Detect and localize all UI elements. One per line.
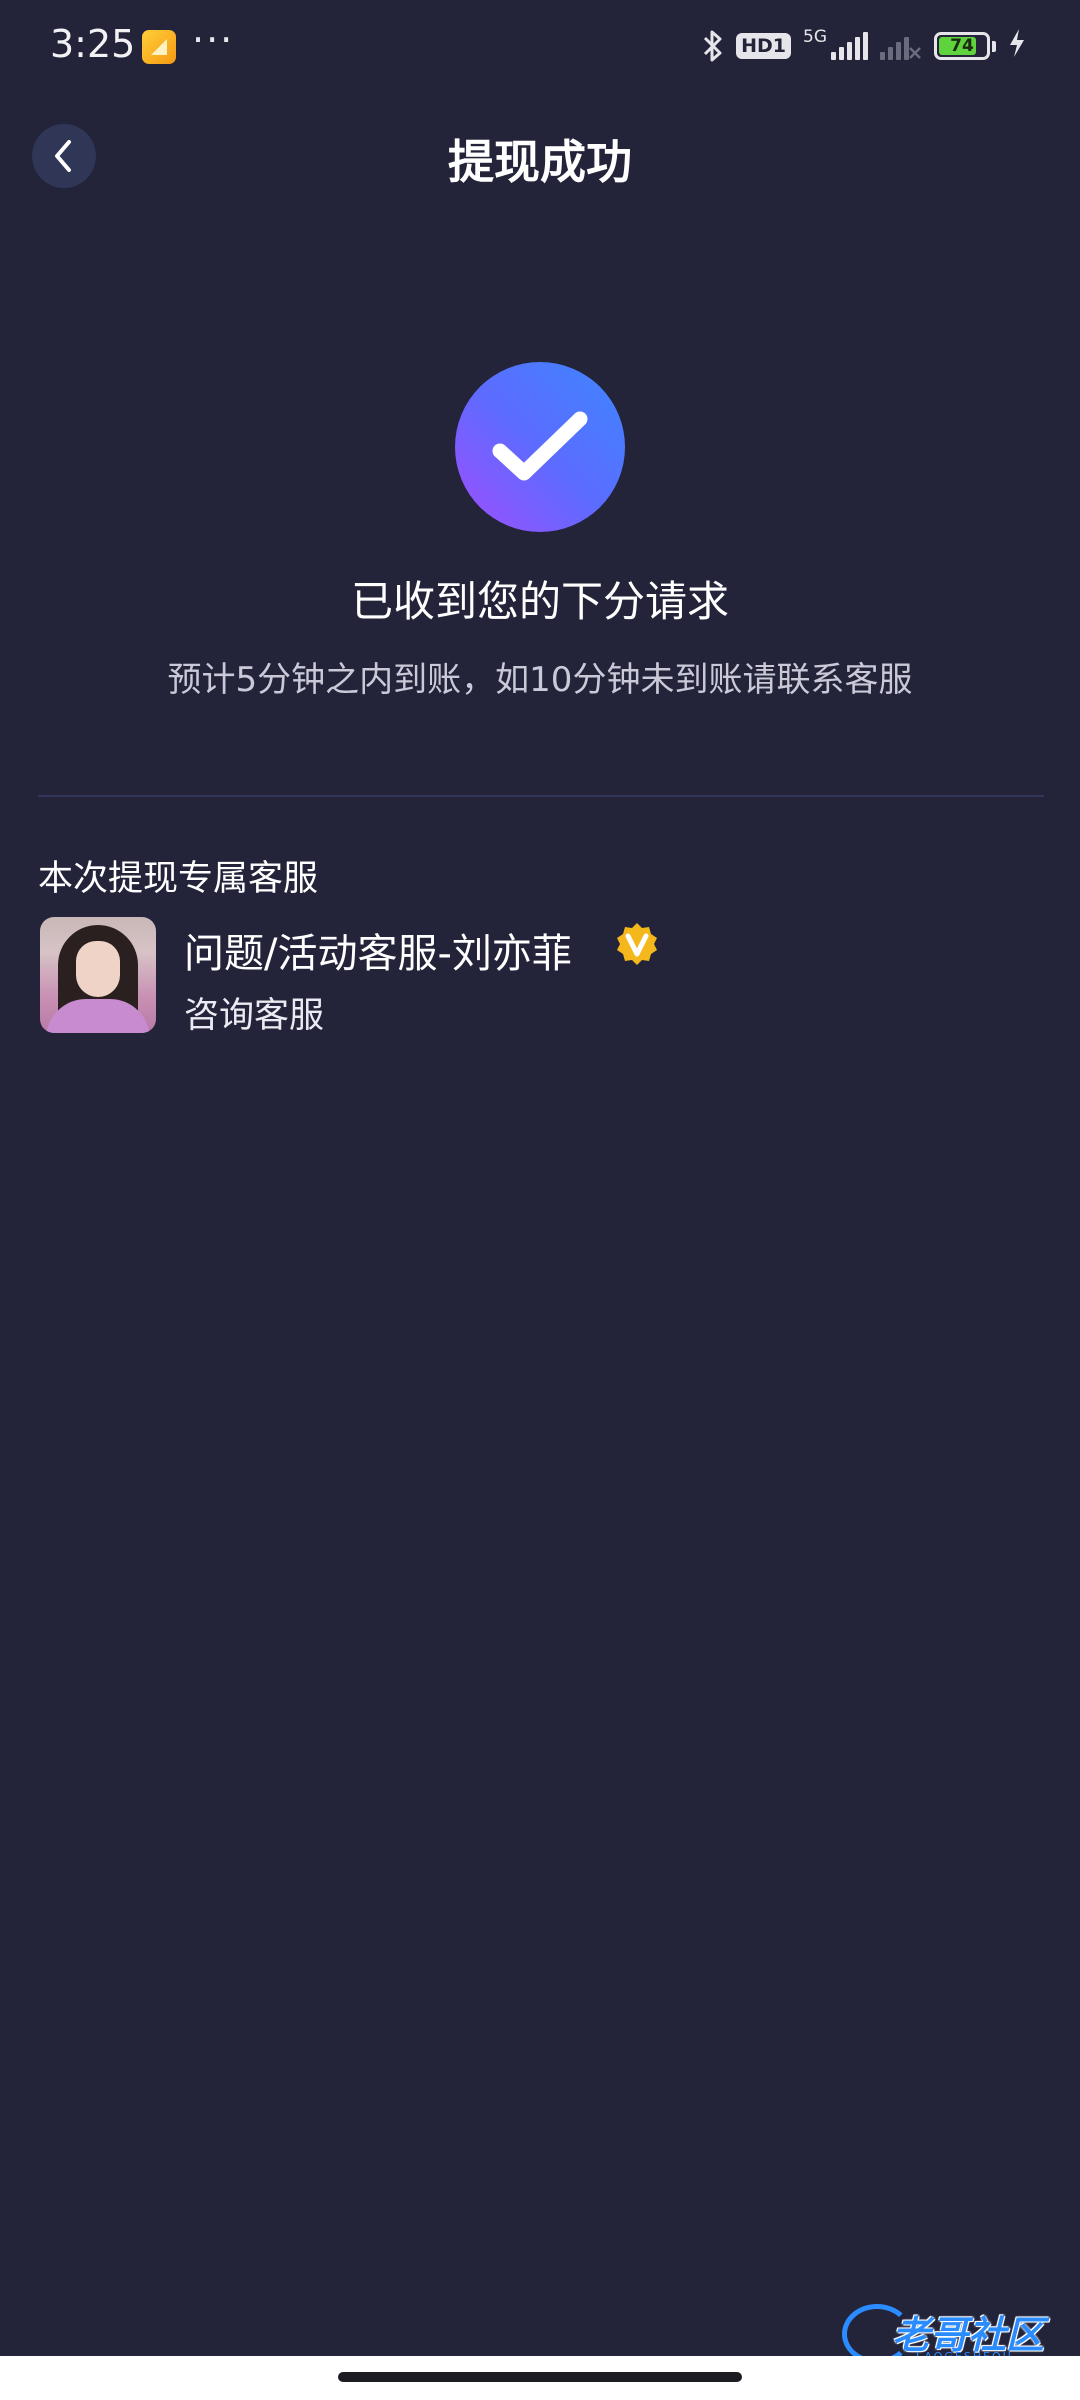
more-notifications-icon: ···	[192, 18, 235, 62]
agent-contact-row[interactable]: 问题/活动客服-刘亦菲 咨询客服	[38, 915, 1044, 1036]
status-time: 3:25	[50, 22, 136, 66]
battery-level: 74	[950, 36, 974, 56]
bluetooth-icon	[702, 29, 724, 63]
page-title: 提现成功	[448, 135, 632, 189]
divider	[38, 795, 1044, 797]
check-circle-icon	[455, 362, 625, 532]
section-title: 本次提现专属客服	[38, 859, 319, 899]
signal-strength-sim2-icon	[880, 32, 922, 60]
hd-voice-badge: HD1	[736, 33, 791, 59]
network-type-label: 5G	[803, 27, 827, 47]
battery-tip	[992, 40, 996, 52]
status-icons: HD1 5G 74	[702, 26, 1026, 66]
success-title: 已收到您的下分请求	[350, 577, 729, 626]
charging-icon	[1008, 28, 1026, 65]
success-subtitle: 预计5分钟之内到账，如10分钟未到账请联系客服	[167, 660, 913, 700]
gallery-app-icon	[142, 30, 176, 64]
avatar[interactable]	[40, 917, 156, 1033]
verified-badge-icon	[617, 923, 657, 965]
status-bar: 3:25 ··· HD1 5G 74	[0, 0, 1080, 92]
agent-role: 咨询客服	[184, 996, 325, 1036]
signal-strength-icon	[831, 32, 868, 60]
agent-name: 问题/活动客服-刘亦菲	[184, 931, 572, 977]
battery-icon: 74	[934, 32, 990, 60]
home-indicator[interactable]	[338, 2372, 742, 2382]
